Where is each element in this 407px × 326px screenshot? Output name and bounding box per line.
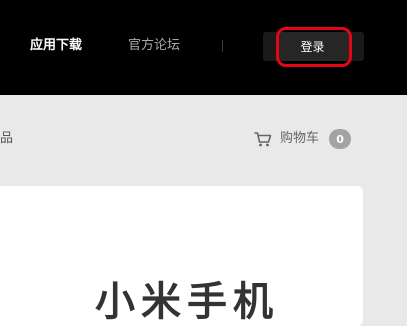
app-download-link[interactable]: 应用下载: [30, 37, 82, 55]
login-button[interactable]: 登录: [276, 32, 349, 61]
cart-count-badge: 0: [329, 129, 352, 149]
shopping-cart-icon: [254, 132, 272, 147]
cart-link[interactable]: 购物车 0: [254, 128, 352, 150]
hero-title: 小米手机: [95, 279, 279, 325]
official-forum-link[interactable]: 官方论坛: [128, 37, 180, 55]
login-area: 登录: [263, 32, 364, 61]
category-label-partial[interactable]: 品: [0, 130, 13, 148]
cart-label: 购物车: [280, 131, 320, 146]
top-navigation-bar: 应用下载 官方论坛 登录: [0, 0, 407, 95]
nav-divider: [222, 40, 223, 52]
